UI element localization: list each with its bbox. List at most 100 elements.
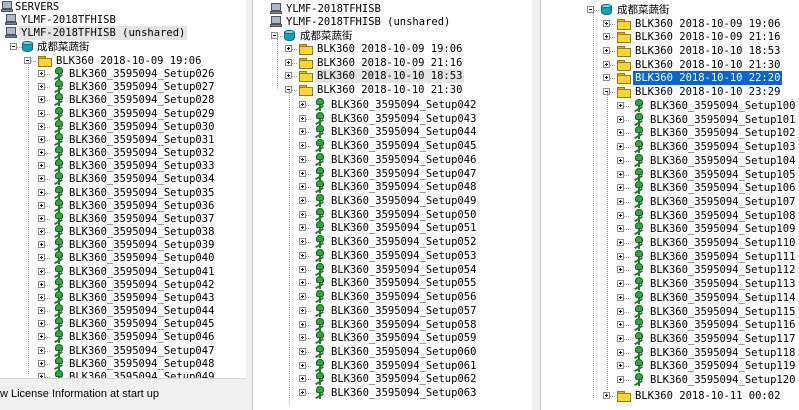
tree-node-setup[interactable]: BLK360_3595094_Setup110 <box>541 236 799 250</box>
expand-icon[interactable] <box>38 307 45 314</box>
tree-node-project[interactable]: BLK360 2018-10-10 21:30 <box>541 58 799 72</box>
tree-node-setup[interactable]: BLK360_3595094_Setup031 <box>0 133 246 147</box>
tree-node-setup[interactable]: BLK360_3595094_Setup038 <box>0 225 246 239</box>
expand-icon[interactable] <box>38 149 45 156</box>
expand-icon[interactable] <box>617 171 624 178</box>
expand-icon[interactable] <box>38 347 45 354</box>
tree-node-servers[interactable]: SERVERS <box>0 0 246 14</box>
expand-icon[interactable] <box>617 253 624 260</box>
tree-node-setup[interactable]: BLK360_3595094_Setup034 <box>0 172 246 186</box>
expand-icon[interactable] <box>617 266 624 273</box>
expand-icon[interactable] <box>38 123 45 130</box>
expand-icon[interactable] <box>299 115 306 122</box>
tree-node-setup[interactable]: BLK360_3595094_Setup102 <box>541 126 799 140</box>
expand-icon[interactable] <box>38 96 45 103</box>
tree-node-setup[interactable]: BLK360_3595094_Setup046 <box>0 330 246 344</box>
tree-node-server-unshared[interactable]: YLMF-2018TFHISB (unshared) <box>253 15 533 29</box>
expand-icon[interactable] <box>603 33 610 40</box>
tree-node-setup[interactable]: BLK360_3595094_Setup060 <box>253 345 533 359</box>
tree-node-project[interactable]: BLK360 2018-10-09 21:16 <box>541 30 799 44</box>
tree-node-setup[interactable]: BLK360_3595094_Setup114 <box>541 291 799 305</box>
tree-node-project[interactable]: BLK360 2018-10-10 21:30 <box>253 83 533 97</box>
expand-icon[interactable] <box>38 333 45 340</box>
tree-node-setup[interactable]: BLK360_3595094_Setup041 <box>0 265 246 279</box>
tree-node-setup[interactable]: BLK360_3595094_Setup059 <box>253 331 533 345</box>
tree-node-project[interactable]: BLK360 2018-10-11 00:02 <box>541 389 799 403</box>
tree-node-setup[interactable]: BLK360_3595094_Setup103 <box>541 140 799 154</box>
tree-node-project[interactable]: BLK360 2018-10-10 18:53 <box>541 44 799 58</box>
tree-node-setup[interactable]: BLK360_3595094_Setup056 <box>253 290 533 304</box>
expand-icon[interactable] <box>299 238 306 245</box>
expand-icon[interactable] <box>285 45 292 52</box>
tree-node-setup[interactable]: BLK360_3595094_Setup053 <box>253 249 533 263</box>
expand-icon[interactable] <box>617 157 624 164</box>
tree-node-setup[interactable]: BLK360_3595094_Setup063 <box>253 386 533 400</box>
expand-icon[interactable] <box>617 198 624 205</box>
tree-node-setup[interactable]: BLK360_3595094_Setup037 <box>0 212 246 226</box>
tree-node-setup[interactable]: BLK360_3595094_Setup118 <box>541 346 799 360</box>
tree-node-setup[interactable]: BLK360_3595094_Setup062 <box>253 372 533 386</box>
tree-node-setup[interactable]: BLK360_3595094_Setup035 <box>0 186 246 200</box>
tree-node-setup[interactable]: BLK360_3595094_Setup061 <box>253 359 533 373</box>
tree-node-setup[interactable]: BLK360_3595094_Setup058 <box>253 318 533 332</box>
expand-icon[interactable] <box>38 241 45 248</box>
expand-icon[interactable] <box>38 189 45 196</box>
expand-icon[interactable] <box>38 360 45 367</box>
tree-node-setup[interactable]: BLK360_3595094_Setup045 <box>0 317 246 331</box>
expand-icon[interactable] <box>38 70 45 77</box>
tree-node-setup[interactable]: BLK360_3595094_Setup032 <box>0 146 246 160</box>
tree-node-project[interactable]: BLK360 2018-10-09 19:06 <box>253 42 533 56</box>
expand-icon[interactable] <box>299 183 306 190</box>
tree-node-project[interactable]: BLK360 2018-10-09 19:06 <box>541 17 799 31</box>
expand-icon[interactable] <box>38 202 45 209</box>
tree-node-setup[interactable]: BLK360_3595094_Setup046 <box>253 153 533 167</box>
expand-icon[interactable] <box>617 349 624 356</box>
expand-icon[interactable] <box>603 392 610 399</box>
expand-icon[interactable] <box>617 239 624 246</box>
expand-icon[interactable] <box>38 136 45 143</box>
expand-icon[interactable] <box>38 228 45 235</box>
expand-icon[interactable] <box>299 362 306 369</box>
tree-node-server[interactable]: YLMF-2018TFHISB <box>253 2 533 16</box>
tree-node-setup[interactable]: BLK360_3595094_Setup042 <box>253 98 533 112</box>
tree-node-setup[interactable]: BLK360_3595094_Setup026 <box>0 67 246 81</box>
expand-icon[interactable] <box>285 72 292 79</box>
tree-node-setup[interactable]: BLK360_3595094_Setup040 <box>0 251 246 265</box>
expand-icon[interactable] <box>617 335 624 342</box>
expand-icon[interactable] <box>603 47 610 54</box>
expand-icon[interactable] <box>38 162 45 169</box>
tree-node-setup[interactable]: BLK360_3595094_Setup043 <box>253 112 533 126</box>
expand-icon[interactable] <box>299 224 306 231</box>
expand-icon[interactable] <box>617 212 624 219</box>
tree-node-setup[interactable]: BLK360_3595094_Setup105 <box>541 168 799 182</box>
tree-node-setup[interactable]: BLK360_3595094_Setup112 <box>541 263 799 277</box>
tree-node-setup[interactable]: BLK360_3595094_Setup050 <box>253 208 533 222</box>
expand-icon[interactable] <box>603 20 610 27</box>
expand-icon[interactable] <box>299 252 306 259</box>
expand-icon[interactable] <box>299 334 306 341</box>
tree-node-setup[interactable]: BLK360_3595094_Setup113 <box>541 277 799 291</box>
expand-icon[interactable] <box>299 279 306 286</box>
tree-node-setup[interactable]: BLK360_3595094_Setup030 <box>0 120 246 134</box>
expand-icon[interactable] <box>299 142 306 149</box>
tree-node-setup[interactable]: BLK360_3595094_Setup028 <box>0 93 246 107</box>
tree-node-setup[interactable]: BLK360_3595094_Setup047 <box>253 167 533 181</box>
tree-node-project[interactable]: BLK360 2018-10-09 21:16 <box>253 56 533 70</box>
tree-node-setup[interactable]: BLK360_3595094_Setup106 <box>541 181 799 195</box>
tree-node-setup[interactable]: BLK360_3595094_Setup116 <box>541 318 799 332</box>
expand-icon[interactable] <box>617 280 624 287</box>
expand-icon[interactable] <box>38 83 45 90</box>
expand-icon[interactable] <box>299 197 306 204</box>
tree-node-setup[interactable]: BLK360_3595094_Setup111 <box>541 250 799 264</box>
tree-node-setup[interactable]: BLK360_3595094_Setup036 <box>0 199 246 213</box>
expand-icon[interactable] <box>285 59 292 66</box>
expand-icon[interactable] <box>299 348 306 355</box>
tree-node-setup[interactable]: BLK360_3595094_Setup044 <box>253 125 533 139</box>
tree-node-project[interactable]: BLK360 2018-10-10 18:53 <box>253 69 533 83</box>
tree-node-setup[interactable]: BLK360_3595094_Setup104 <box>541 154 799 168</box>
tree-node-database[interactable]: 成都菜蔬街 <box>0 40 246 54</box>
expand-icon[interactable] <box>299 293 306 300</box>
expand-icon[interactable] <box>38 215 45 222</box>
expand-icon[interactable] <box>299 101 306 108</box>
license-info-option[interactable]: w License Information at start up <box>0 378 246 410</box>
